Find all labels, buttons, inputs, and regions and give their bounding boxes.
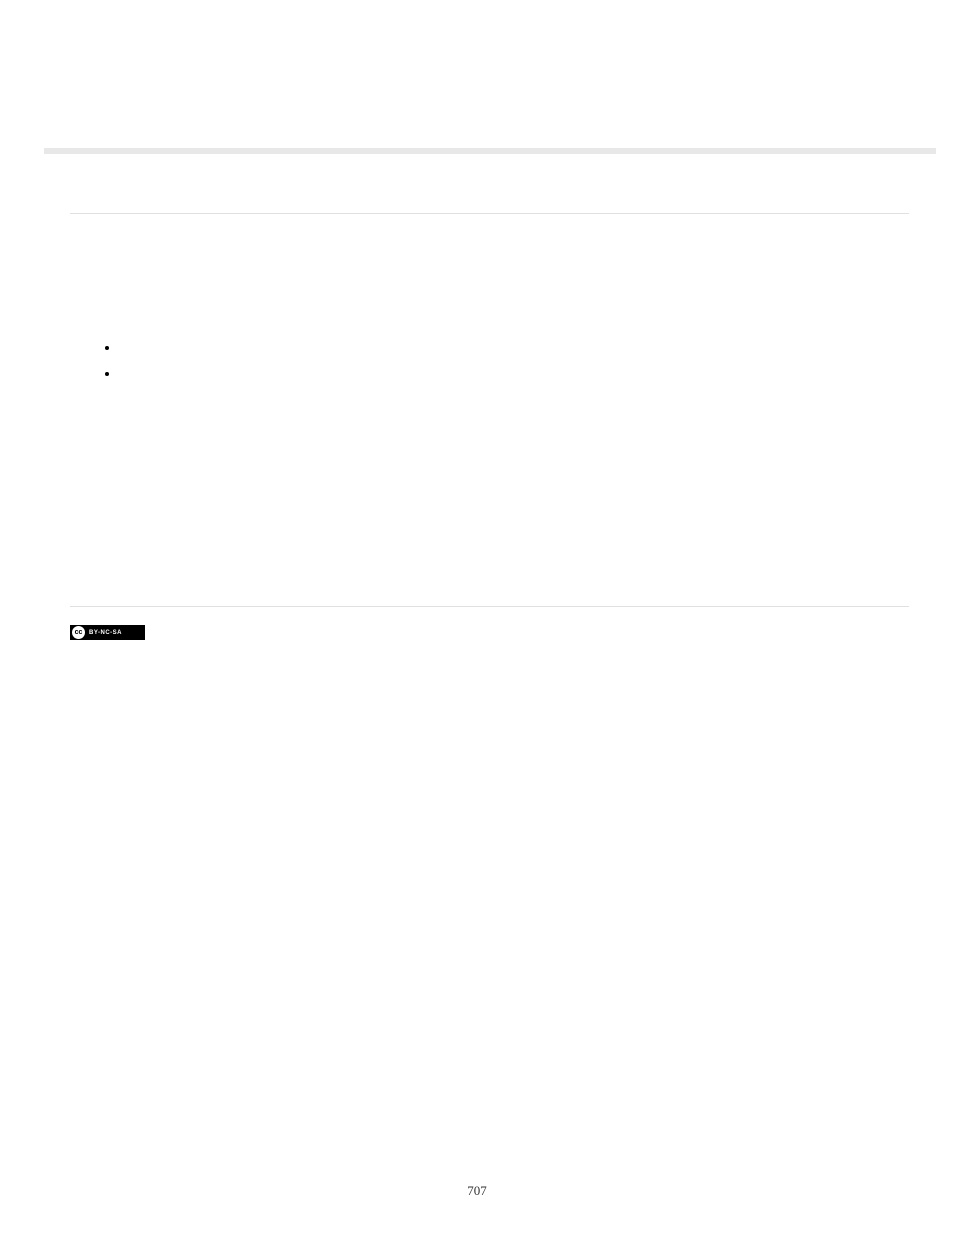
cc-logo-text: cc: [75, 629, 83, 636]
horizontal-rule-thick: [44, 148, 936, 154]
page-number: 707: [467, 1183, 487, 1199]
horizontal-rule-thin-lower: [70, 606, 909, 607]
horizontal-rule-thin-upper: [70, 213, 909, 214]
creative-commons-badge: cc BY-NC-SA: [70, 625, 145, 640]
bullet-icon: [105, 372, 109, 376]
cc-license-label: BY-NC-SA: [89, 630, 122, 636]
bullet-icon: [105, 346, 109, 350]
bullet-list: [105, 346, 109, 398]
cc-logo-icon: cc: [72, 626, 85, 639]
